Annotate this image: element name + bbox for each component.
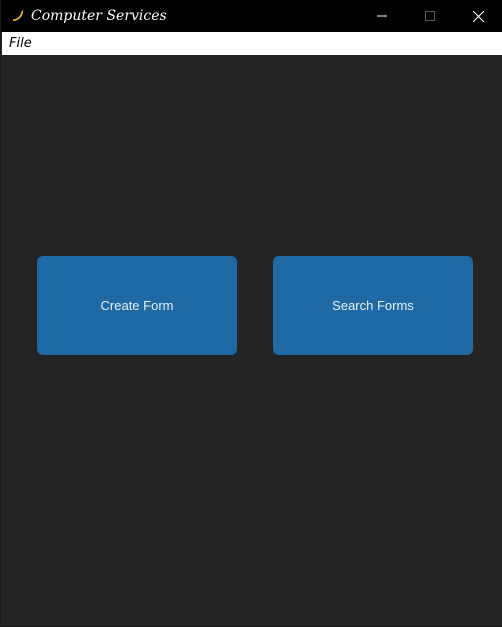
close-icon xyxy=(472,10,484,22)
menu-bar: File xyxy=(2,32,502,55)
minimize-icon xyxy=(377,11,387,21)
maximize-button[interactable] xyxy=(407,0,453,32)
app-window: Computer Services File Create Form Searc… xyxy=(0,0,502,627)
create-form-button[interactable]: Create Form xyxy=(37,256,237,355)
title-bar[interactable]: Computer Services xyxy=(1,0,502,32)
banana-icon xyxy=(10,8,26,24)
search-forms-button[interactable]: Search Forms xyxy=(273,256,473,355)
maximize-icon xyxy=(425,11,435,21)
menu-file[interactable]: File xyxy=(9,35,32,52)
window-title: Computer Services xyxy=(31,8,167,24)
main-content: Create Form Search Forms xyxy=(2,55,502,626)
minimize-button[interactable] xyxy=(359,0,405,32)
close-button[interactable] xyxy=(455,0,501,32)
